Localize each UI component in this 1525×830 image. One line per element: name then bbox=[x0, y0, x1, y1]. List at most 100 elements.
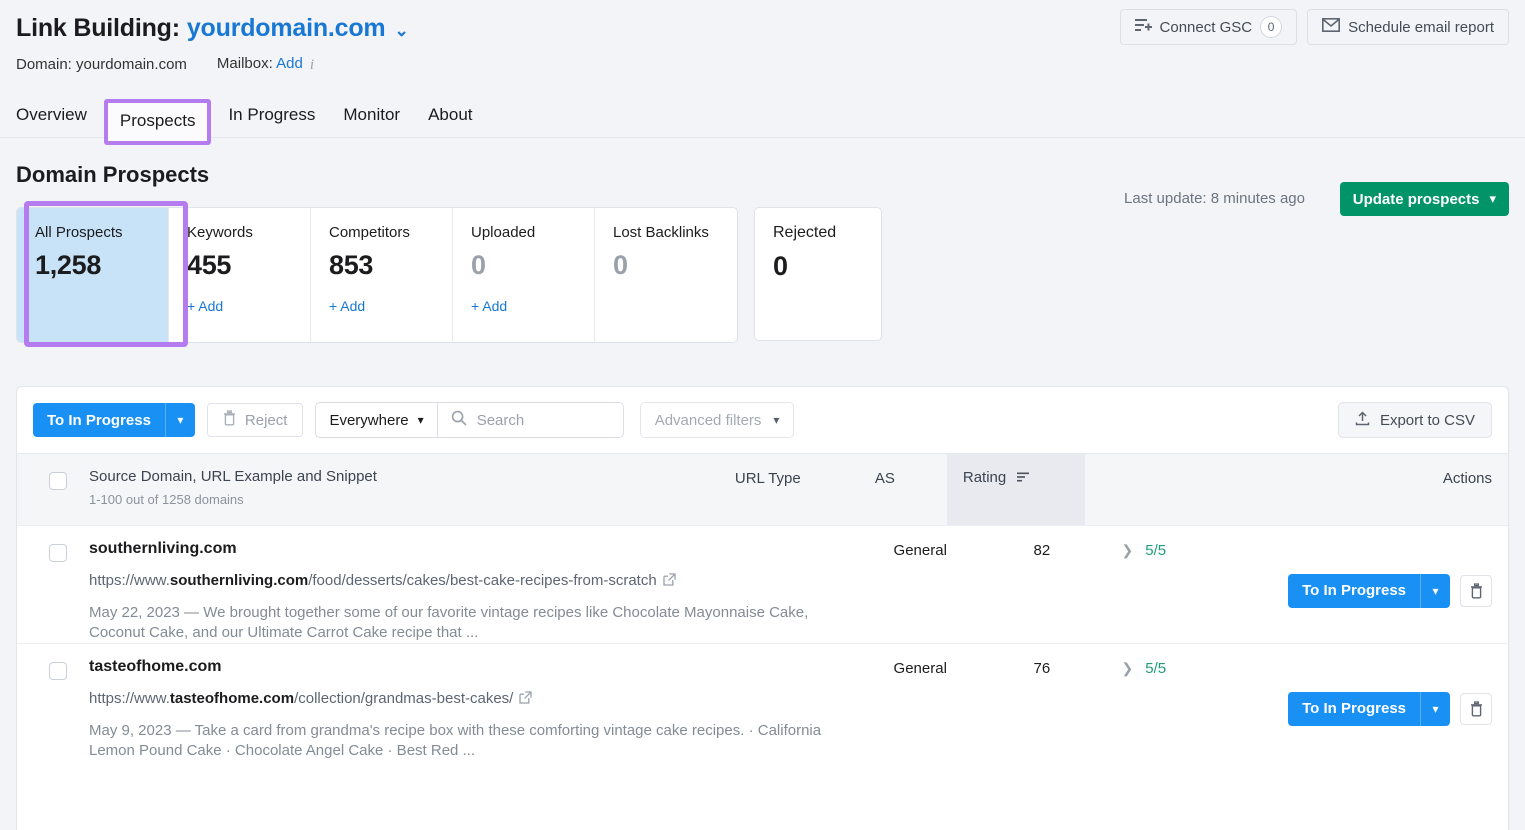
link-building-prospects-page: Link Building: yourdomain.com ⌄ Domain: yo… bbox=[0, 0, 1525, 830]
row-rating[interactable]: ❯ 5/5 bbox=[1122, 542, 1244, 559]
header-as[interactable]: AS bbox=[875, 454, 947, 525]
section-title: Domain Prospects bbox=[16, 162, 210, 187]
update-prospects-label: Update prospects bbox=[1352, 190, 1480, 208]
row-url[interactable]: https://www.southernliving.com/food/dess… bbox=[89, 572, 894, 592]
row-snippet: May 22, 2023 — We brought together some … bbox=[89, 603, 809, 641]
row-snippet: May 9, 2023 — Take a card from grandma's… bbox=[89, 722, 822, 760]
chevron-right-icon[interactable]: ❯ bbox=[1122, 660, 1134, 677]
reject-button[interactable]: Reject bbox=[206, 403, 304, 437]
meta-domain-label: Domain: yourdomain.com bbox=[16, 55, 187, 73]
header-actions: Actions bbox=[1085, 454, 1508, 525]
stat-card-label: All Prospects bbox=[35, 224, 123, 241]
row-checkbox[interactable] bbox=[49, 662, 67, 681]
header-rating[interactable]: Rating bbox=[946, 453, 1085, 525]
table-header-row: Source Domain, URL Example and Snippet 1… bbox=[17, 453, 1508, 525]
tab-prospects[interactable]: Prospects bbox=[103, 99, 212, 145]
row-to-in-progress-split-button[interactable]: To In Progress ▾ bbox=[1288, 573, 1451, 608]
stat-card-value: 1,258 bbox=[35, 250, 102, 280]
row-to-in-progress-button[interactable]: To In Progress bbox=[1288, 573, 1421, 608]
header-source-domain: Source Domain, URL Example and Snippet 1… bbox=[89, 454, 735, 525]
row-to-in-progress-dropdown-toggle[interactable]: ▾ bbox=[1420, 691, 1451, 726]
stat-card-uploaded[interactable]: Uploaded 0 + Add bbox=[453, 208, 595, 342]
header-source-domain-label: Source Domain, URL Example and Snippet bbox=[89, 468, 377, 485]
row-rating-value: 5/5 bbox=[1145, 542, 1167, 559]
stat-card-add-link[interactable]: + Add bbox=[471, 298, 594, 314]
tab-in-progress[interactable]: In Progress bbox=[214, 97, 329, 137]
export-to-csv-button[interactable]: Export to CSV bbox=[1337, 402, 1492, 438]
tab-monitor[interactable]: Monitor bbox=[329, 97, 414, 137]
scope-dropdown[interactable]: Everywhere ▾ bbox=[316, 403, 438, 437]
page-title-prefix: Link Building: bbox=[16, 13, 180, 42]
header-as-label: AS bbox=[874, 470, 895, 487]
row-content: southernliving.com https://www.southernl… bbox=[89, 526, 894, 643]
stat-cards: All Prospects 1,258 Keywords 455 + Add C… bbox=[16, 201, 1509, 347]
row-actions-cell: To In Progress ▾ bbox=[1244, 526, 1508, 643]
row-url-path: /collection/grandmas-best-cakes/ bbox=[294, 690, 514, 708]
chevron-down-icon[interactable]: ⌄ bbox=[394, 21, 408, 40]
tab-about[interactable]: About bbox=[414, 97, 486, 137]
search-field[interactable] bbox=[438, 410, 623, 431]
table-row: tasteofhome.com https://www.tasteofhome.… bbox=[17, 643, 1508, 761]
row-to-in-progress-dropdown-toggle[interactable]: ▾ bbox=[1420, 573, 1451, 608]
external-link-icon[interactable] bbox=[519, 691, 532, 710]
stat-card-competitors[interactable]: Competitors 853 + Add bbox=[311, 208, 453, 342]
row-domain[interactable]: southernliving.com bbox=[89, 540, 894, 558]
chevron-right-icon[interactable]: ❯ bbox=[1122, 542, 1134, 559]
stat-card-rejected[interactable]: Rejected 0 bbox=[754, 207, 882, 341]
row-url-type: General bbox=[893, 542, 947, 559]
row-as: 82 bbox=[1033, 542, 1051, 559]
row-to-in-progress-split-button[interactable]: To In Progress ▾ bbox=[1288, 691, 1451, 726]
upload-icon bbox=[1355, 410, 1370, 430]
stat-card-value: 0 bbox=[773, 251, 789, 281]
to-in-progress-button[interactable]: To In Progress bbox=[33, 403, 165, 437]
row-rating[interactable]: ❯ 5/5 bbox=[1122, 660, 1244, 677]
info-icon[interactable]: i bbox=[310, 57, 314, 74]
schedule-email-report-button[interactable]: Schedule email report bbox=[1307, 9, 1509, 45]
row-url[interactable]: https://www.tasteofhome.com/collection/g… bbox=[89, 690, 894, 710]
row-actions: To In Progress ▾ bbox=[1288, 538, 1493, 643]
advanced-filters-dropdown[interactable]: Advanced filters ▾ bbox=[639, 402, 795, 438]
stat-card-label: Rejected bbox=[773, 224, 837, 241]
row-url-type-cell: General bbox=[894, 526, 1034, 643]
to-in-progress-split-button[interactable]: To In Progress ▾ bbox=[33, 403, 195, 437]
search-input[interactable] bbox=[476, 411, 610, 429]
header-url-type[interactable]: URL Type bbox=[735, 454, 875, 525]
stat-card-label: Keywords bbox=[187, 224, 253, 241]
stat-card-lost-backlinks[interactable]: Lost Backlinks 0 bbox=[595, 208, 737, 342]
stat-card-value: 0 bbox=[471, 250, 486, 280]
chevron-down-icon: ▾ bbox=[417, 413, 424, 427]
stat-card-all-prospects[interactable]: All Prospects 1,258 bbox=[17, 208, 169, 342]
mailbox-add-link[interactable]: Add bbox=[276, 55, 303, 72]
row-rating-cell: ❯ 5/5 bbox=[1106, 526, 1244, 643]
nav-tabs: Overview Prospects In Progress Monitor A… bbox=[0, 91, 1525, 145]
scope-value: Everywhere bbox=[329, 411, 409, 429]
row-delete-button[interactable] bbox=[1460, 692, 1493, 725]
row-as: 76 bbox=[1033, 660, 1051, 678]
connect-gsc-button[interactable]: Connect GSC 0 bbox=[1119, 9, 1298, 45]
last-update-text: Last update: 8 minutes ago bbox=[1124, 190, 1305, 207]
sort-descending-icon[interactable] bbox=[1017, 470, 1030, 487]
search-icon bbox=[451, 410, 467, 431]
row-to-in-progress-button[interactable]: To In Progress bbox=[1288, 691, 1421, 726]
search-group: Everywhere ▾ bbox=[315, 402, 624, 438]
header-actions: Connect GSC 0 Schedule email report bbox=[1119, 9, 1509, 45]
row-delete-button[interactable] bbox=[1460, 574, 1493, 607]
select-all-checkbox[interactable] bbox=[49, 472, 67, 490]
row-checkbox[interactable] bbox=[49, 544, 67, 562]
tab-overview[interactable]: Overview bbox=[16, 97, 101, 137]
to-in-progress-dropdown-toggle[interactable]: ▾ bbox=[164, 403, 195, 437]
list-plus-icon bbox=[1134, 18, 1152, 37]
page-title-domain[interactable]: yourdomain.com bbox=[187, 14, 386, 42]
stat-card-keywords[interactable]: Keywords 455 + Add bbox=[169, 208, 311, 342]
row-domain[interactable]: tasteofhome.com bbox=[89, 658, 894, 676]
stat-card-add-link[interactable]: + Add bbox=[329, 298, 452, 314]
stat-card-label: Lost Backlinks bbox=[613, 224, 709, 241]
row-select-cell bbox=[17, 526, 89, 643]
select-all-cell bbox=[17, 454, 89, 525]
external-link-icon[interactable] bbox=[663, 573, 676, 592]
export-to-csv-label: Export to CSV bbox=[1379, 411, 1475, 429]
row-rating-cell: ❯ 5/5 bbox=[1106, 644, 1244, 761]
row-url-type: General bbox=[893, 660, 947, 678]
row-as-cell: 82 bbox=[1034, 526, 1106, 643]
stat-card-add-link[interactable]: + Add bbox=[187, 298, 310, 314]
